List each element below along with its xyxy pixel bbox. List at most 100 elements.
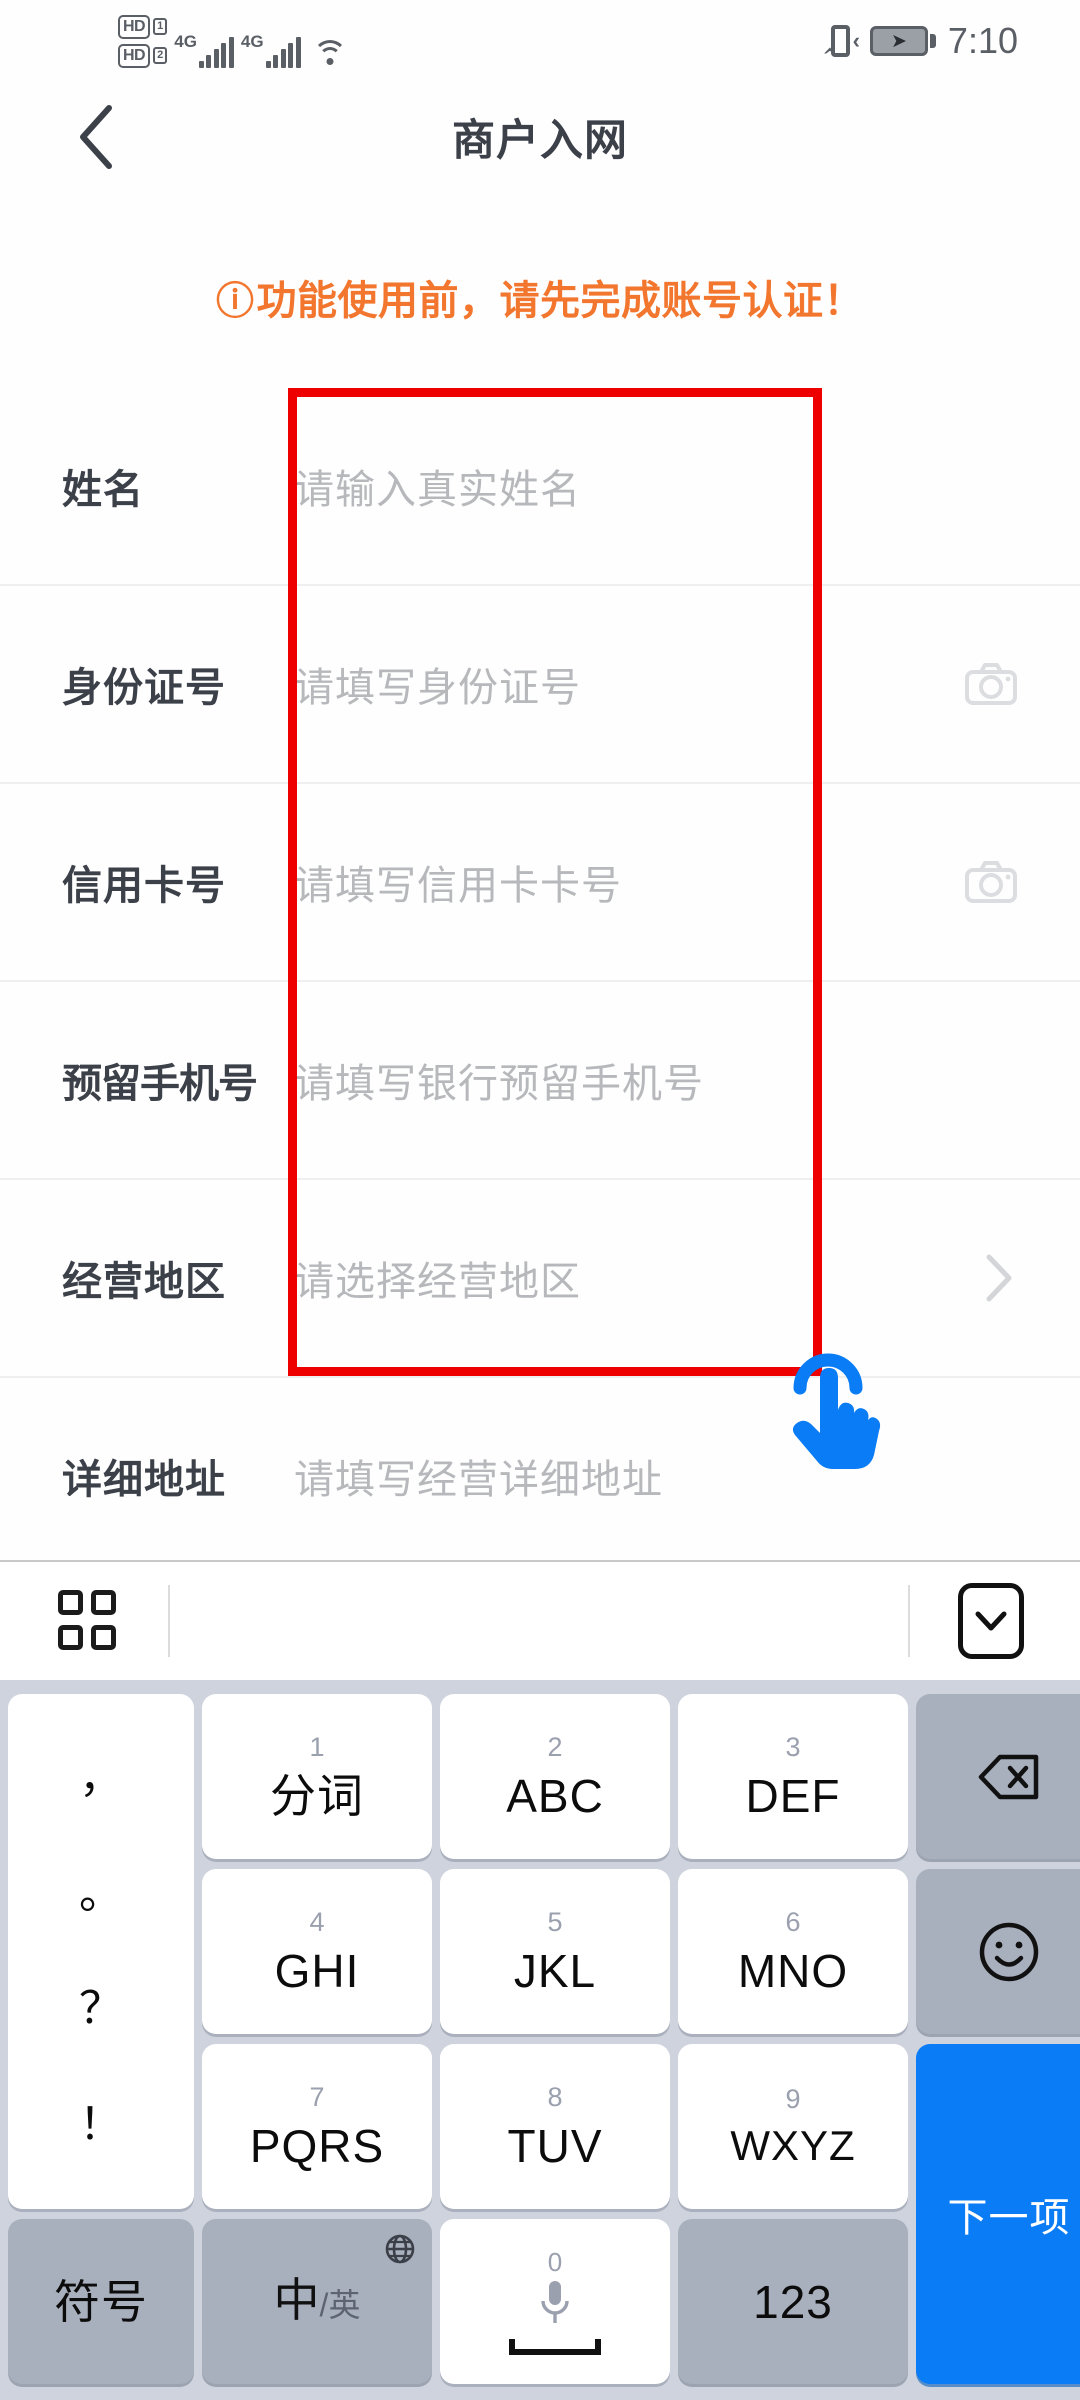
battery-charging-icon: ➤ [869, 26, 936, 56]
keyboard-toolbar [0, 1560, 1080, 1680]
t9-keyboard: ， 。 ？ ！ 1 分词 2 ABC 3 DEF 4 GHI 5 JKL 6 M… [0, 1680, 1080, 2400]
key-label: WXYZ [730, 2122, 856, 2169]
apps-grid-icon[interactable] [58, 1590, 120, 1652]
key-6-mno[interactable]: 6 MNO [678, 1869, 908, 2034]
collapse-keyboard-button[interactable] [958, 1583, 1024, 1659]
sim1-hd-badge: HD 1 [118, 14, 168, 39]
key-1-fenci[interactable]: 1 分词 [202, 1694, 432, 1859]
network-type-1: 4G [174, 31, 197, 51]
account-verification-warning: ⓘ功能使用前，请先完成账号认证！ [0, 268, 1080, 326]
camera-icon [965, 861, 1017, 903]
key-number: 4 [309, 1907, 325, 1937]
key-number: 5 [547, 1907, 563, 1937]
page-title: 商户入网 [452, 117, 628, 165]
back-button[interactable] [62, 102, 132, 172]
numeric-label: 123 [753, 2275, 833, 2328]
business-region-chevron-button[interactable] [978, 1252, 1018, 1304]
key-7-pqrs[interactable]: 7 PQRS [202, 2044, 432, 2209]
field-label-id-number: 身份证号 [62, 666, 226, 710]
microphone-icon [541, 2280, 569, 2323]
hd-label-1: HD [118, 14, 151, 39]
camera-icon [965, 663, 1017, 705]
key-number: 8 [547, 2082, 563, 2112]
space-zero-label: 0 [547, 2246, 563, 2277]
chevron-left-icon [80, 105, 112, 169]
key-symbols[interactable]: 符号 [8, 2219, 194, 2384]
field-label-name: 姓名 [62, 468, 144, 512]
key-label: DEF [745, 1770, 841, 1822]
globe-icon [385, 2234, 415, 2264]
form-row-credit-card[interactable]: 信用卡号 请填写信用卡卡号 [0, 784, 1080, 982]
status-bar-left: HD 1 HD 2 4G 4G [118, 14, 348, 68]
name-input[interactable]: 请输入真实姓名 [294, 457, 581, 515]
detailed-address-input[interactable]: 请填写经营详细地址 [294, 1447, 663, 1505]
key-number: 2 [547, 1732, 563, 1762]
key-8-tuv[interactable]: 8 TUV [440, 2044, 670, 2209]
merchant-onboarding-form: 姓名 请输入真实姓名 身份证号 请填写身份证号 信用卡号 请填写信用卡卡号 预留… [0, 388, 1080, 1576]
navigation-bar: 商户入网 [0, 82, 1080, 192]
sim-number-1: 1 [153, 18, 168, 35]
language-main-label: 中 [273, 2274, 320, 2326]
key-label: PQRS [249, 2120, 385, 2172]
phone-screen: HD 1 HD 2 4G 4G ‸ ‹ ➤ 7:10 商户入网 ⓘ功能使用前，请… [0, 0, 1080, 2400]
form-row-name[interactable]: 姓名 请输入真实姓名 [0, 388, 1080, 586]
chevron-right-icon [986, 1254, 1012, 1302]
field-label-business-region: 经营地区 [62, 1260, 226, 1304]
language-sub-label: /英 [319, 2287, 361, 2323]
business-region-select[interactable]: 请选择经营地区 [294, 1249, 581, 1307]
form-row-reserved-phone[interactable]: 预留手机号 请填写银行预留手机号 [0, 982, 1080, 1180]
credit-card-camera-button[interactable] [964, 860, 1018, 904]
key-next-field[interactable]: 下一项 [916, 2044, 1080, 2384]
punct-period: 。 [79, 1868, 123, 1918]
key-space-voice[interactable]: 0 [440, 2219, 670, 2384]
signal-indicator-1: 4G [174, 32, 234, 68]
dual-sim-hd-indicators: HD 1 HD 2 [118, 14, 168, 68]
key-5-jkl[interactable]: 5 JKL [440, 1869, 670, 2034]
network-type-2: 4G [240, 31, 264, 51]
hd-label-2: HD [118, 43, 151, 68]
key-emoji[interactable] [916, 1869, 1080, 2034]
emoji-smiley-icon [979, 1922, 1039, 1981]
key-3-def[interactable]: 3 DEF [678, 1694, 908, 1859]
id-number-input[interactable]: 请填写身份证号 [294, 655, 581, 713]
field-label-credit-card: 信用卡号 [62, 864, 226, 908]
credit-card-input[interactable]: 请填写信用卡卡号 [294, 853, 622, 911]
reserved-phone-input[interactable]: 请填写银行预留手机号 [294, 1051, 704, 1109]
next-field-label: 下一项 [947, 2196, 1071, 2240]
key-4-ghi[interactable]: 4 GHI [202, 1869, 432, 2034]
backspace-icon [978, 1754, 1039, 1799]
field-label-reserved-phone: 预留手机号 [62, 1062, 258, 1106]
key-label: MNO [737, 1945, 849, 1997]
warning-text: 功能使用前，请先完成账号认证！ [256, 279, 864, 323]
form-row-detailed-address[interactable]: 详细地址 请填写经营详细地址 [0, 1378, 1080, 1576]
key-2-abc[interactable]: 2 ABC [440, 1694, 670, 1859]
form-row-business-region[interactable]: 经营地区 请选择经营地区 [0, 1180, 1080, 1378]
punct-question: ？ [79, 1984, 123, 2034]
key-label: JKL [513, 1945, 597, 1997]
signal-bars-icon-1 [198, 36, 234, 68]
key-language-toggle[interactable]: 中 /英 [202, 2219, 432, 2384]
spacebar-indicator [509, 2338, 601, 2355]
punct-exclamation: ！ [79, 2100, 123, 2150]
toolbar-divider-left [168, 1585, 170, 1657]
key-number: 3 [785, 1732, 801, 1762]
warning-circle-icon: ⓘ [215, 281, 255, 323]
key-number: 6 [785, 1907, 801, 1937]
key-number: 9 [785, 2084, 801, 2114]
key-label: TUV [507, 2120, 603, 2172]
punct-comma: ， [79, 1752, 123, 1802]
key-punctuation[interactable]: ， 。 ？ ！ [8, 1694, 194, 2209]
form-row-id-number[interactable]: 身份证号 请填写身份证号 [0, 586, 1080, 784]
chevron-down-icon [975, 1611, 1007, 1631]
key-backspace[interactable] [916, 1694, 1080, 1859]
signal-indicator-2: 4G [241, 32, 301, 68]
status-bar-clock: 7:10 [947, 20, 1018, 61]
key-9-wxyz[interactable]: 9 WXYZ [678, 2044, 908, 2209]
toolbar-divider-right [908, 1585, 910, 1657]
key-number: 7 [309, 2082, 325, 2112]
sim2-hd-badge: HD 2 [118, 43, 168, 68]
field-label-detailed-address: 详细地址 [62, 1458, 226, 1502]
id-number-camera-button[interactable] [964, 662, 1018, 706]
key-label: ABC [506, 1770, 604, 1822]
key-numeric-mode[interactable]: 123 [678, 2219, 908, 2384]
